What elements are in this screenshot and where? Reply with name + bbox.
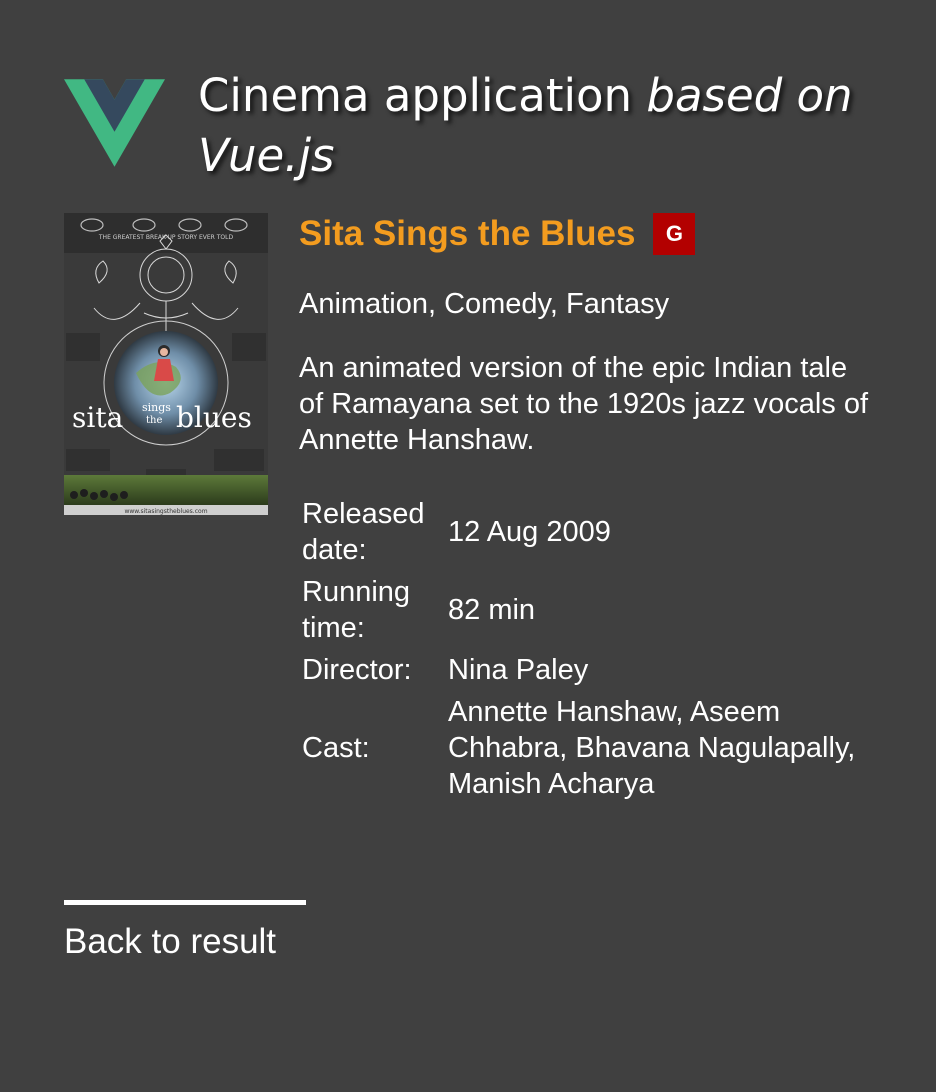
info-label: Director: bbox=[302, 654, 412, 686]
poster-title-sita: sita bbox=[72, 401, 123, 434]
poster-url: www.sitasingstheblues.com bbox=[124, 508, 207, 515]
info-row-running-time: Running time: 82 min bbox=[302, 574, 868, 646]
poster-title-the: the bbox=[146, 415, 162, 426]
movie-detail-page: Cinema application based on Vue.js THE G… bbox=[0, 0, 936, 1092]
poster-title-sings: sings bbox=[142, 401, 171, 414]
back-link-divider bbox=[64, 900, 306, 905]
rating-badge: G bbox=[653, 213, 696, 255]
vue-logo-icon bbox=[64, 79, 165, 167]
poster-artwork: THE GREATEST BREAK-UP STORY EVER TOLD si… bbox=[64, 213, 268, 515]
info-value: Nina Paley bbox=[448, 654, 589, 686]
movie-poster: THE GREATEST BREAK-UP STORY EVER TOLD si… bbox=[64, 213, 268, 515]
movie-info-table: Released date: 12 Aug 2009 Running time:… bbox=[302, 490, 868, 808]
movie-title: Sita Sings the Blues bbox=[299, 214, 636, 253]
app-header: Cinema application based on Vue.js bbox=[64, 66, 884, 186]
movie-genres: Animation, Comedy, Fantasy bbox=[299, 288, 670, 320]
back-to-result-link[interactable]: Back to result bbox=[64, 921, 276, 963]
movie-details: Sita Sings the Blues G Animation, Comedy… bbox=[299, 210, 899, 808]
info-value: Annette Hanshaw, Aseem Chhabra, Bhavana … bbox=[448, 696, 856, 800]
info-value: 82 min bbox=[448, 594, 536, 626]
title-row: Sita Sings the Blues G bbox=[299, 210, 899, 258]
app-title: Cinema application based on Vue.js bbox=[198, 66, 898, 186]
app-title-main: Cinema application bbox=[198, 69, 647, 122]
info-label: Running time: bbox=[302, 576, 411, 644]
info-row-cast: Cast: Annette Hanshaw, Aseem Chhabra, Bh… bbox=[302, 694, 868, 802]
info-row-released: Released date: 12 Aug 2009 bbox=[302, 496, 868, 568]
movie-description: An animated version of the epic Indian t… bbox=[299, 352, 869, 456]
info-label: Cast: bbox=[302, 732, 370, 764]
info-row-director: Director: Nina Paley bbox=[302, 652, 868, 688]
poster-title-blues: blues bbox=[176, 401, 252, 434]
info-label: Released date: bbox=[302, 498, 425, 566]
info-value: 12 Aug 2009 bbox=[448, 516, 611, 548]
